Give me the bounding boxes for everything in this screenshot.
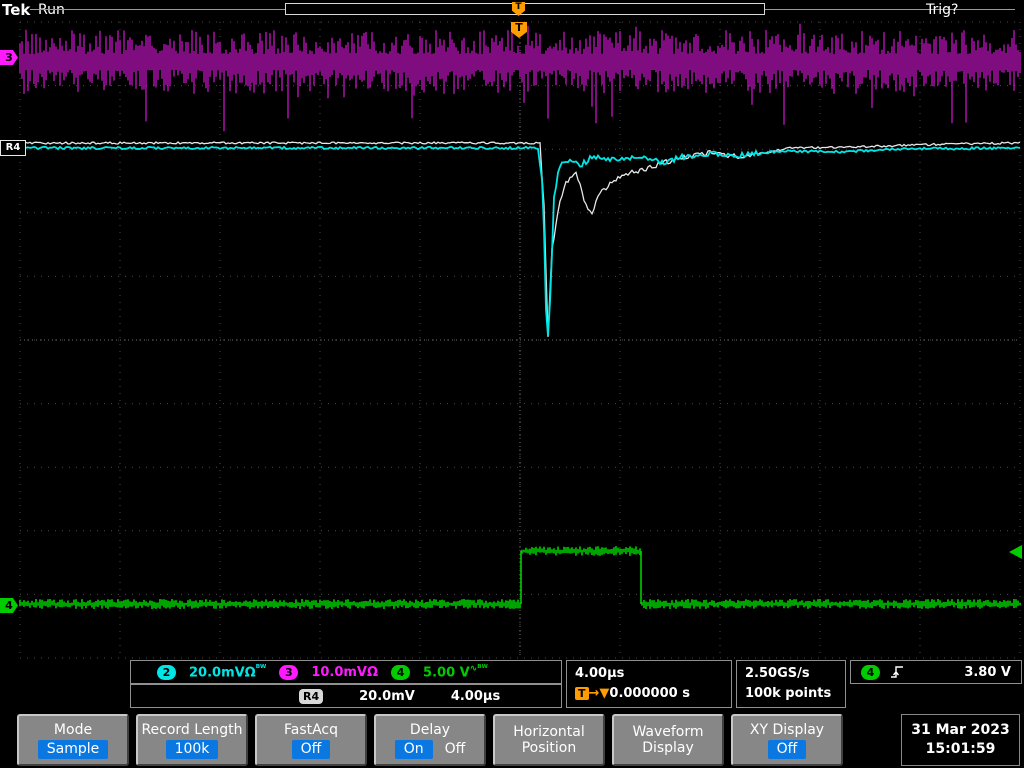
button-title: FastAcq xyxy=(283,721,339,738)
menu-button-waveform-display[interactable]: Waveform Display xyxy=(612,714,724,766)
ref4-scales-box[interactable]: R4 20.0mV 4.00µs xyxy=(130,684,562,708)
waveform-display xyxy=(19,21,1021,659)
xy-display-value[interactable]: Off xyxy=(767,739,807,759)
ch4-badge[interactable]: 4 xyxy=(391,664,411,680)
trigger-source-badge[interactable]: 4 xyxy=(861,664,880,680)
trigger-position-readout: T →▼0.000000 s xyxy=(575,684,723,704)
sample-rate-box[interactable]: 2.50GS/s 100k points xyxy=(736,660,846,708)
mode-value[interactable]: Sample xyxy=(37,739,109,759)
ch2-bw-icon: ᴮᵂ xyxy=(255,663,267,674)
date-value: 31 Mar 2023 xyxy=(911,722,1010,738)
button-title: Mode xyxy=(53,721,93,738)
menu-button-mode[interactable]: Mode Sample xyxy=(17,714,129,766)
menu-button-horizontal-position[interactable]: Horizontal Position xyxy=(493,714,605,766)
menu-button-fastacq[interactable]: FastAcq Off xyxy=(255,714,367,766)
trigger-status: Trig? xyxy=(926,2,959,18)
oscilloscope-screen: Tek Run T Trig? T 3 R4 4 2 20.0mVΩᴮᵂ 3 1… xyxy=(0,0,1024,768)
button-title: XY Display xyxy=(749,721,825,738)
ch4-coupling-icon: ∿ᴮᵂ xyxy=(469,663,488,674)
datetime-display: 31 Mar 2023 15:01:59 xyxy=(901,714,1020,766)
trigger-position-flag[interactable]: T xyxy=(511,22,527,38)
sample-rate: 2.50GS/s xyxy=(745,666,810,681)
trigger-settings-box[interactable]: 4 3.80 V xyxy=(850,660,1022,684)
bottom-menu-bar: Mode Sample Record Length 100k FastAcq O… xyxy=(0,712,1024,768)
channel-scales-box[interactable]: 2 20.0mVΩᴮᵂ 3 10.0mVΩ 4 5.00 V∿ᴮᵂ xyxy=(130,660,562,684)
timebase-box[interactable]: 4.00µs T →▼0.000000 s xyxy=(566,660,732,708)
ch4-scale: 5.00 V∿ᴮᵂ xyxy=(423,663,488,681)
fastacq-value[interactable]: Off xyxy=(291,739,331,759)
readout-strip: 2 20.0mVΩᴮᵂ 3 10.0mVΩ 4 5.00 V∿ᴮᵂ R4 20.… xyxy=(0,660,1024,710)
trigger-slope-icon xyxy=(891,666,903,678)
button-title: Delay xyxy=(409,721,451,738)
menu-button-delay[interactable]: Delay On Off xyxy=(374,714,486,766)
brand-logo: Tek xyxy=(2,1,31,19)
button-title: Waveform Display xyxy=(632,724,704,756)
ref4-badge[interactable]: R4 xyxy=(299,688,324,704)
ch3-position-marker[interactable]: 3 xyxy=(0,50,18,65)
ch2-badge[interactable]: 2 xyxy=(157,664,176,680)
delay-off-option[interactable]: Off xyxy=(445,741,466,757)
horizontal-window-bar[interactable] xyxy=(285,3,765,15)
ch3-scale: 10.0mVΩ xyxy=(311,664,379,680)
ref4-scale: 20.0mV xyxy=(359,688,415,704)
ref4-timebase: 4.00µs xyxy=(450,688,501,704)
time-value: 15:01:59 xyxy=(925,741,996,757)
delay-on-option[interactable]: On xyxy=(394,739,433,759)
trigger-arrow-icon: →▼ xyxy=(588,686,610,701)
button-title: Horizontal Position xyxy=(513,724,585,756)
record-length-value[interactable]: 100k xyxy=(165,739,219,759)
button-title: Record Length xyxy=(141,721,243,738)
ch4-position-marker[interactable]: 4 xyxy=(0,598,18,613)
acquisition-status: Run xyxy=(38,2,65,18)
menu-button-record-length[interactable]: Record Length 100k xyxy=(136,714,248,766)
trigger-level-arrow[interactable] xyxy=(1009,545,1022,559)
trigger-t-icon: T xyxy=(575,687,589,700)
ref4-position-marker[interactable]: R4 xyxy=(0,140,26,156)
ch3-badge[interactable]: 3 xyxy=(279,664,299,680)
ch2-scale: 20.0mVΩᴮᵂ xyxy=(189,663,267,681)
record-points: 100k points xyxy=(745,686,832,701)
timebase-value: 4.00µs xyxy=(575,666,625,681)
trigger-level-value: 3.80 V xyxy=(964,664,1011,680)
menu-button-xy-display[interactable]: XY Display Off xyxy=(731,714,843,766)
